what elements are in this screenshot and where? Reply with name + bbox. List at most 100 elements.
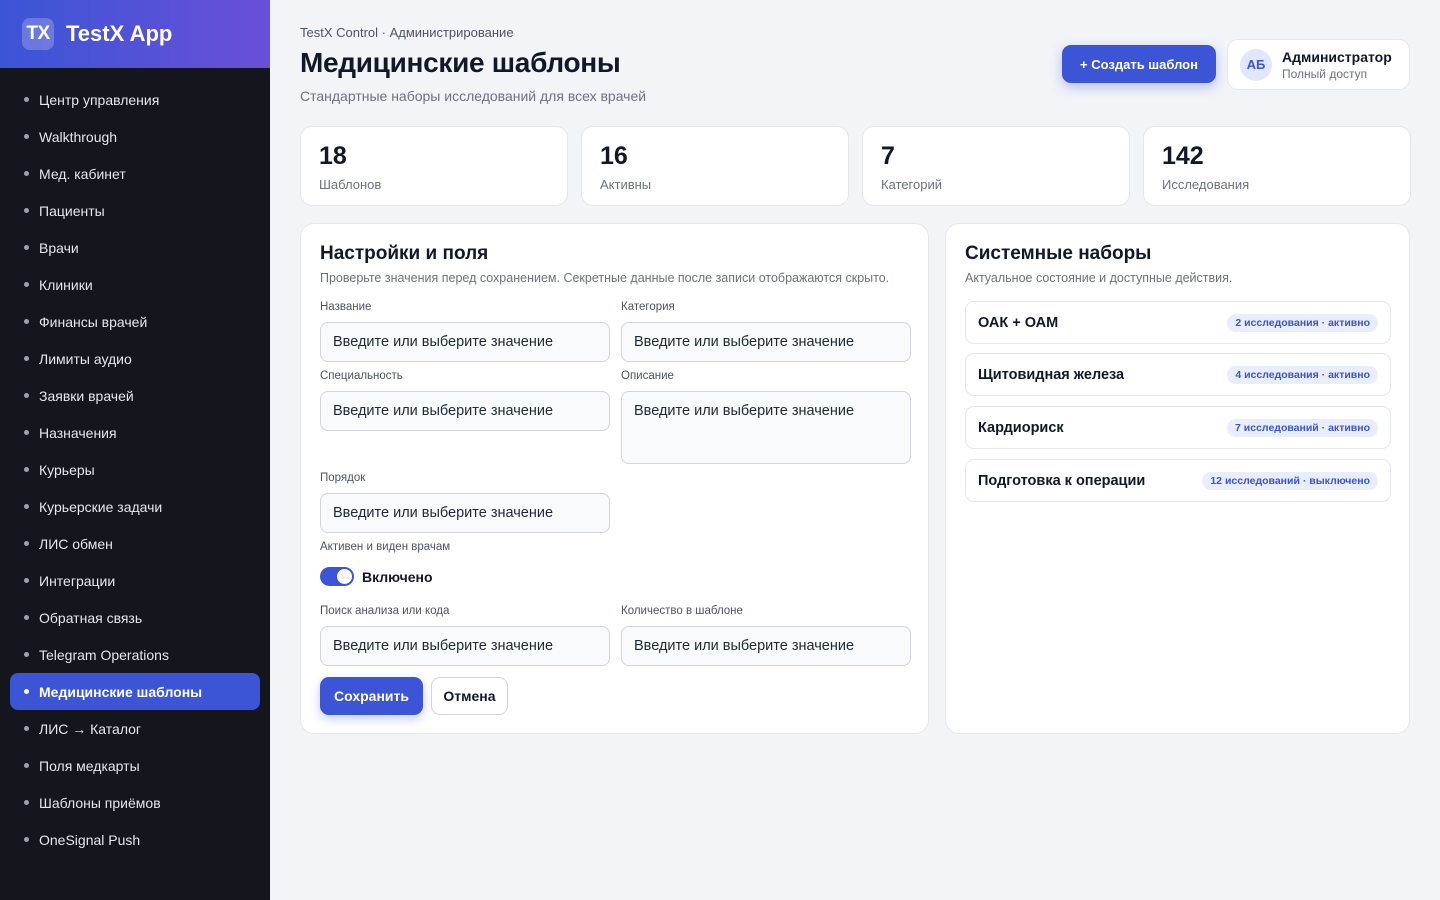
stat-value: 7 xyxy=(881,142,895,170)
field-label: Описание xyxy=(621,370,674,382)
active-toggle-row[interactable]: Включено xyxy=(320,567,433,586)
field-order: Порядок Введите или выберите значение xyxy=(320,472,610,533)
sidebar-item[interactable]: Шаблоны приёмов xyxy=(10,784,260,821)
sidebar-item-label: Курьерские задачи xyxy=(39,498,163,515)
quantity-input[interactable]: Введите или выберите значение xyxy=(621,626,911,666)
page-title: Медицинские шаблоны xyxy=(300,47,621,78)
user-role: Полный доступ xyxy=(1282,66,1368,81)
sidebar-item-label: Медицинские шаблоны xyxy=(39,683,203,700)
breadcrumb: TestX Control · Администрирование xyxy=(300,25,514,40)
list-item[interactable]: Кардиориск 7 исследований · активно xyxy=(965,406,1391,449)
brand-header[interactable]: TX TestX App xyxy=(0,0,270,68)
order-input[interactable]: Введите или выберите значение xyxy=(320,493,610,533)
search-input[interactable]: Введите или выберите значение xyxy=(320,626,610,666)
set-name: Кардиориск xyxy=(978,419,1064,436)
bullet-icon xyxy=(24,171,29,176)
field-label: Активен и виден врачам xyxy=(320,541,451,553)
bullet-icon xyxy=(24,615,29,620)
list-item[interactable]: Подготовка к операции 12 исследований · … xyxy=(965,459,1391,502)
sidebar-item[interactable]: Поля медкарты xyxy=(10,747,260,784)
system-sets-title: Системные наборы xyxy=(965,243,1152,264)
sidebar-item-label: ЛИС обмен xyxy=(39,535,113,552)
app-logo: TX xyxy=(22,18,54,50)
sidebar-item[interactable]: OneSignal Push xyxy=(10,821,260,858)
stat-card-categories: 7 Категорий xyxy=(862,126,1130,206)
sidebar-item[interactable]: Walkthrough xyxy=(10,118,260,155)
name-input[interactable]: Введите или выберите значение xyxy=(320,322,610,362)
sidebar-item[interactable]: Интеграции xyxy=(10,562,260,599)
sidebar-item-label: Врачи xyxy=(39,239,79,256)
sidebar-item[interactable]: ЛИС → Каталог xyxy=(10,710,260,747)
field-label: Поиск анализа или кода xyxy=(320,605,450,617)
stat-value: 16 xyxy=(600,142,628,170)
sidebar-item-label: Пациенты xyxy=(39,202,105,219)
sidebar-item[interactable]: ЛИС обмен xyxy=(10,525,260,562)
bullet-icon xyxy=(24,504,29,509)
sidebar-item-label: Walkthrough xyxy=(39,128,118,145)
sidebar-item-label: Заявки врачей xyxy=(39,387,134,404)
main-content: TestX Control · Администрирование Медици… xyxy=(300,0,1411,900)
bullet-icon xyxy=(24,282,29,287)
sidebar-item-label: Назначения xyxy=(39,424,117,441)
field-search: Поиск анализа или кода Введите или выбер… xyxy=(320,605,610,666)
bullet-icon xyxy=(24,467,29,472)
bullet-icon xyxy=(24,134,29,139)
field-quantity: Количество в шаблоне Введите или выберит… xyxy=(621,605,911,666)
bullet-icon xyxy=(24,393,29,398)
bullet-icon xyxy=(24,578,29,583)
set-name: ОАК + ОАМ xyxy=(978,314,1059,331)
sidebar-item[interactable]: Заявки врачей xyxy=(10,377,260,414)
sidebar-item[interactable]: Финансы врачей xyxy=(10,303,260,340)
create-template-button[interactable]: + Создать шаблон xyxy=(1062,45,1216,83)
settings-form-card: Настройки и поля Проверьте значения пере… xyxy=(300,223,929,734)
list-item[interactable]: ОАК + ОАМ 2 исследования · активно xyxy=(965,301,1391,344)
sidebar-item[interactable]: Лимиты аудио xyxy=(10,340,260,377)
system-sets-description: Актуальное состояние и доступные действи… xyxy=(965,271,1233,285)
stat-value: 18 xyxy=(319,142,347,170)
sidebar-item[interactable]: Медицинские шаблоны xyxy=(10,673,260,710)
stat-label: Шаблонов xyxy=(319,177,382,192)
sidebar-item[interactable]: Курьеры xyxy=(10,451,260,488)
field-label: Порядок xyxy=(320,472,366,484)
sidebar-nav: Центр управления Walkthrough Мед. кабинет П… xyxy=(0,68,270,858)
field-name: Название Введите или выберите значение xyxy=(320,301,610,362)
list-item[interactable]: Щитовидная железа 4 исследования · актив… xyxy=(965,353,1391,396)
sidebar-item[interactable]: Клиники xyxy=(10,266,260,303)
bullet-icon xyxy=(24,837,29,842)
bullet-icon xyxy=(24,319,29,324)
sidebar-item-label: Обратная связь xyxy=(39,609,143,626)
bullet-icon xyxy=(24,97,29,102)
sidebar-item[interactable]: Назначения xyxy=(10,414,260,451)
form-description: Проверьте значения перед сохранением. Се… xyxy=(320,271,890,285)
bullet-icon xyxy=(24,208,29,213)
system-sets-card: Системные наборы Актуальное состояние и … xyxy=(945,223,1410,734)
description-textarea[interactable]: Введите или выберите значение xyxy=(621,391,911,464)
field-specialty: Специальность Введите или выберите значе… xyxy=(320,370,610,431)
sidebar-item[interactable]: Курьерские задачи xyxy=(10,488,260,525)
status-badge: 4 исследования · активно xyxy=(1227,365,1378,384)
sidebar-item[interactable]: Центр управления xyxy=(10,81,260,118)
bullet-icon xyxy=(24,726,29,731)
sidebar-item-label: Интеграции xyxy=(39,572,116,589)
field-label: Категория xyxy=(621,301,675,313)
bullet-icon xyxy=(24,430,29,435)
field-label: Специальность xyxy=(320,370,403,382)
sidebar-item[interactable]: Пациенты xyxy=(10,192,260,229)
specialty-input[interactable]: Введите или выберите значение xyxy=(320,391,610,431)
sidebar-item-label: Шаблоны приёмов xyxy=(39,794,161,811)
active-toggle[interactable] xyxy=(320,567,354,586)
field-category: Категория Введите или выберите значение xyxy=(621,301,911,362)
sidebar-item-label: OneSignal Push xyxy=(39,831,141,848)
user-menu[interactable]: АБ Администратор Полный доступ xyxy=(1227,39,1410,90)
category-input[interactable]: Введите или выберите значение xyxy=(621,322,911,362)
sidebar-item[interactable]: Telegram Operations xyxy=(10,636,260,673)
sidebar-item[interactable]: Мед. кабинет xyxy=(10,155,260,192)
cancel-button[interactable]: Отмена xyxy=(431,677,508,715)
sidebar-item[interactable]: Обратная связь xyxy=(10,599,260,636)
set-name: Подготовка к операции xyxy=(978,472,1146,489)
stat-card-active: 16 Активны xyxy=(581,126,849,206)
sidebar-item[interactable]: Врачи xyxy=(10,229,260,266)
save-button[interactable]: Сохранить xyxy=(320,677,423,715)
page-subtitle: Стандартные наборы исследований для всех… xyxy=(300,88,647,104)
stat-label: Исследования xyxy=(1162,177,1250,192)
